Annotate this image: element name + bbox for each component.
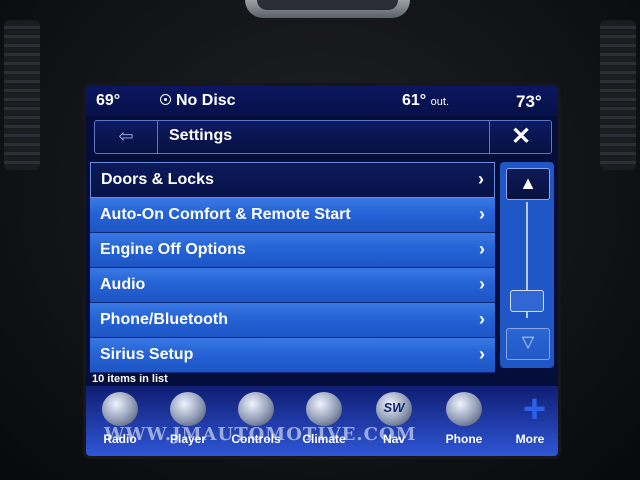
- disc-status: No Disc: [160, 92, 236, 110]
- bottom-dock: Radio Player Controls Climate SW Nav Pho…: [86, 386, 558, 456]
- driver-temperature[interactable]: 69°: [96, 92, 120, 110]
- title-bar: ⇦ Settings ✕: [94, 120, 552, 154]
- compass-icon: SW: [376, 392, 412, 426]
- climate-icon: [306, 392, 342, 426]
- phone-icon: [446, 392, 482, 426]
- chevron-right-icon: ›: [479, 239, 485, 259]
- page-title: Settings: [169, 127, 233, 144]
- dock-more[interactable]: + More: [500, 387, 558, 454]
- menu-item-label: Doors & Locks: [101, 171, 214, 188]
- menu-item-phone-bluetooth[interactable]: Phone/Bluetooth ›: [90, 303, 495, 338]
- dock-label: More: [515, 432, 545, 446]
- disc-label: No Disc: [176, 92, 236, 109]
- chevron-right-icon: ›: [479, 204, 485, 224]
- dock-phone[interactable]: Phone: [434, 392, 494, 454]
- menu-item-label: Sirius Setup: [100, 346, 194, 363]
- left-air-vent: [4, 20, 40, 170]
- disc-icon: [160, 94, 171, 105]
- player-icon: [170, 392, 206, 426]
- chevron-right-icon: ›: [479, 309, 485, 329]
- triangle-up-icon: ▲: [519, 173, 537, 193]
- chevron-right-icon: ›: [479, 344, 485, 364]
- right-air-vent: [600, 20, 636, 170]
- infotainment-screen: 69° No Disc 61° out. 73° ⇦ Settings ✕ Do…: [86, 86, 558, 456]
- top-trim: [245, 0, 410, 18]
- item-count: 10 items in list: [92, 373, 168, 385]
- menu-item-label: Audio: [100, 276, 146, 293]
- menu-item-sirius-setup[interactable]: Sirius Setup ›: [90, 338, 495, 373]
- controls-icon: [238, 392, 274, 426]
- passenger-temperature[interactable]: 73°: [516, 92, 542, 112]
- menu-item-engine-off-options[interactable]: Engine Off Options ›: [90, 233, 495, 268]
- menu-item-label: Engine Off Options: [100, 241, 246, 258]
- triangle-down-icon: ▽: [521, 334, 535, 351]
- dock-label: Phone: [445, 432, 483, 446]
- scroll-down-button[interactable]: ▽: [506, 328, 550, 360]
- close-icon: ✕: [510, 123, 532, 150]
- scrollbar: ▲ ▽: [500, 162, 554, 368]
- menu-item-label: Phone/Bluetooth: [100, 311, 228, 328]
- outside-temperature: 61° out.: [402, 92, 450, 109]
- menu-item-audio[interactable]: Audio ›: [90, 268, 495, 303]
- menu-item-label: Auto-On Comfort & Remote Start: [100, 206, 351, 223]
- plus-icon: +: [522, 387, 546, 431]
- menu-item-auto-on-comfort[interactable]: Auto-On Comfort & Remote Start ›: [90, 198, 495, 233]
- chevron-right-icon: ›: [478, 169, 484, 189]
- watermark-text: WWW.JMAUTOMOTIVE.COM: [104, 424, 417, 445]
- status-bar: 69° No Disc 61° out. 73°: [86, 86, 558, 116]
- back-button[interactable]: ⇦: [95, 121, 158, 153]
- close-button[interactable]: ✕: [489, 121, 552, 153]
- menu-item-doors-locks[interactable]: Doors & Locks ›: [90, 162, 495, 198]
- back-arrow-icon: ⇦: [118, 126, 134, 146]
- scroll-up-button[interactable]: ▲: [506, 168, 550, 200]
- settings-list: Doors & Locks › Auto-On Comfort & Remote…: [90, 162, 495, 373]
- radio-icon: [102, 392, 138, 426]
- chevron-right-icon: ›: [479, 274, 485, 294]
- scroll-thumb[interactable]: [510, 290, 544, 312]
